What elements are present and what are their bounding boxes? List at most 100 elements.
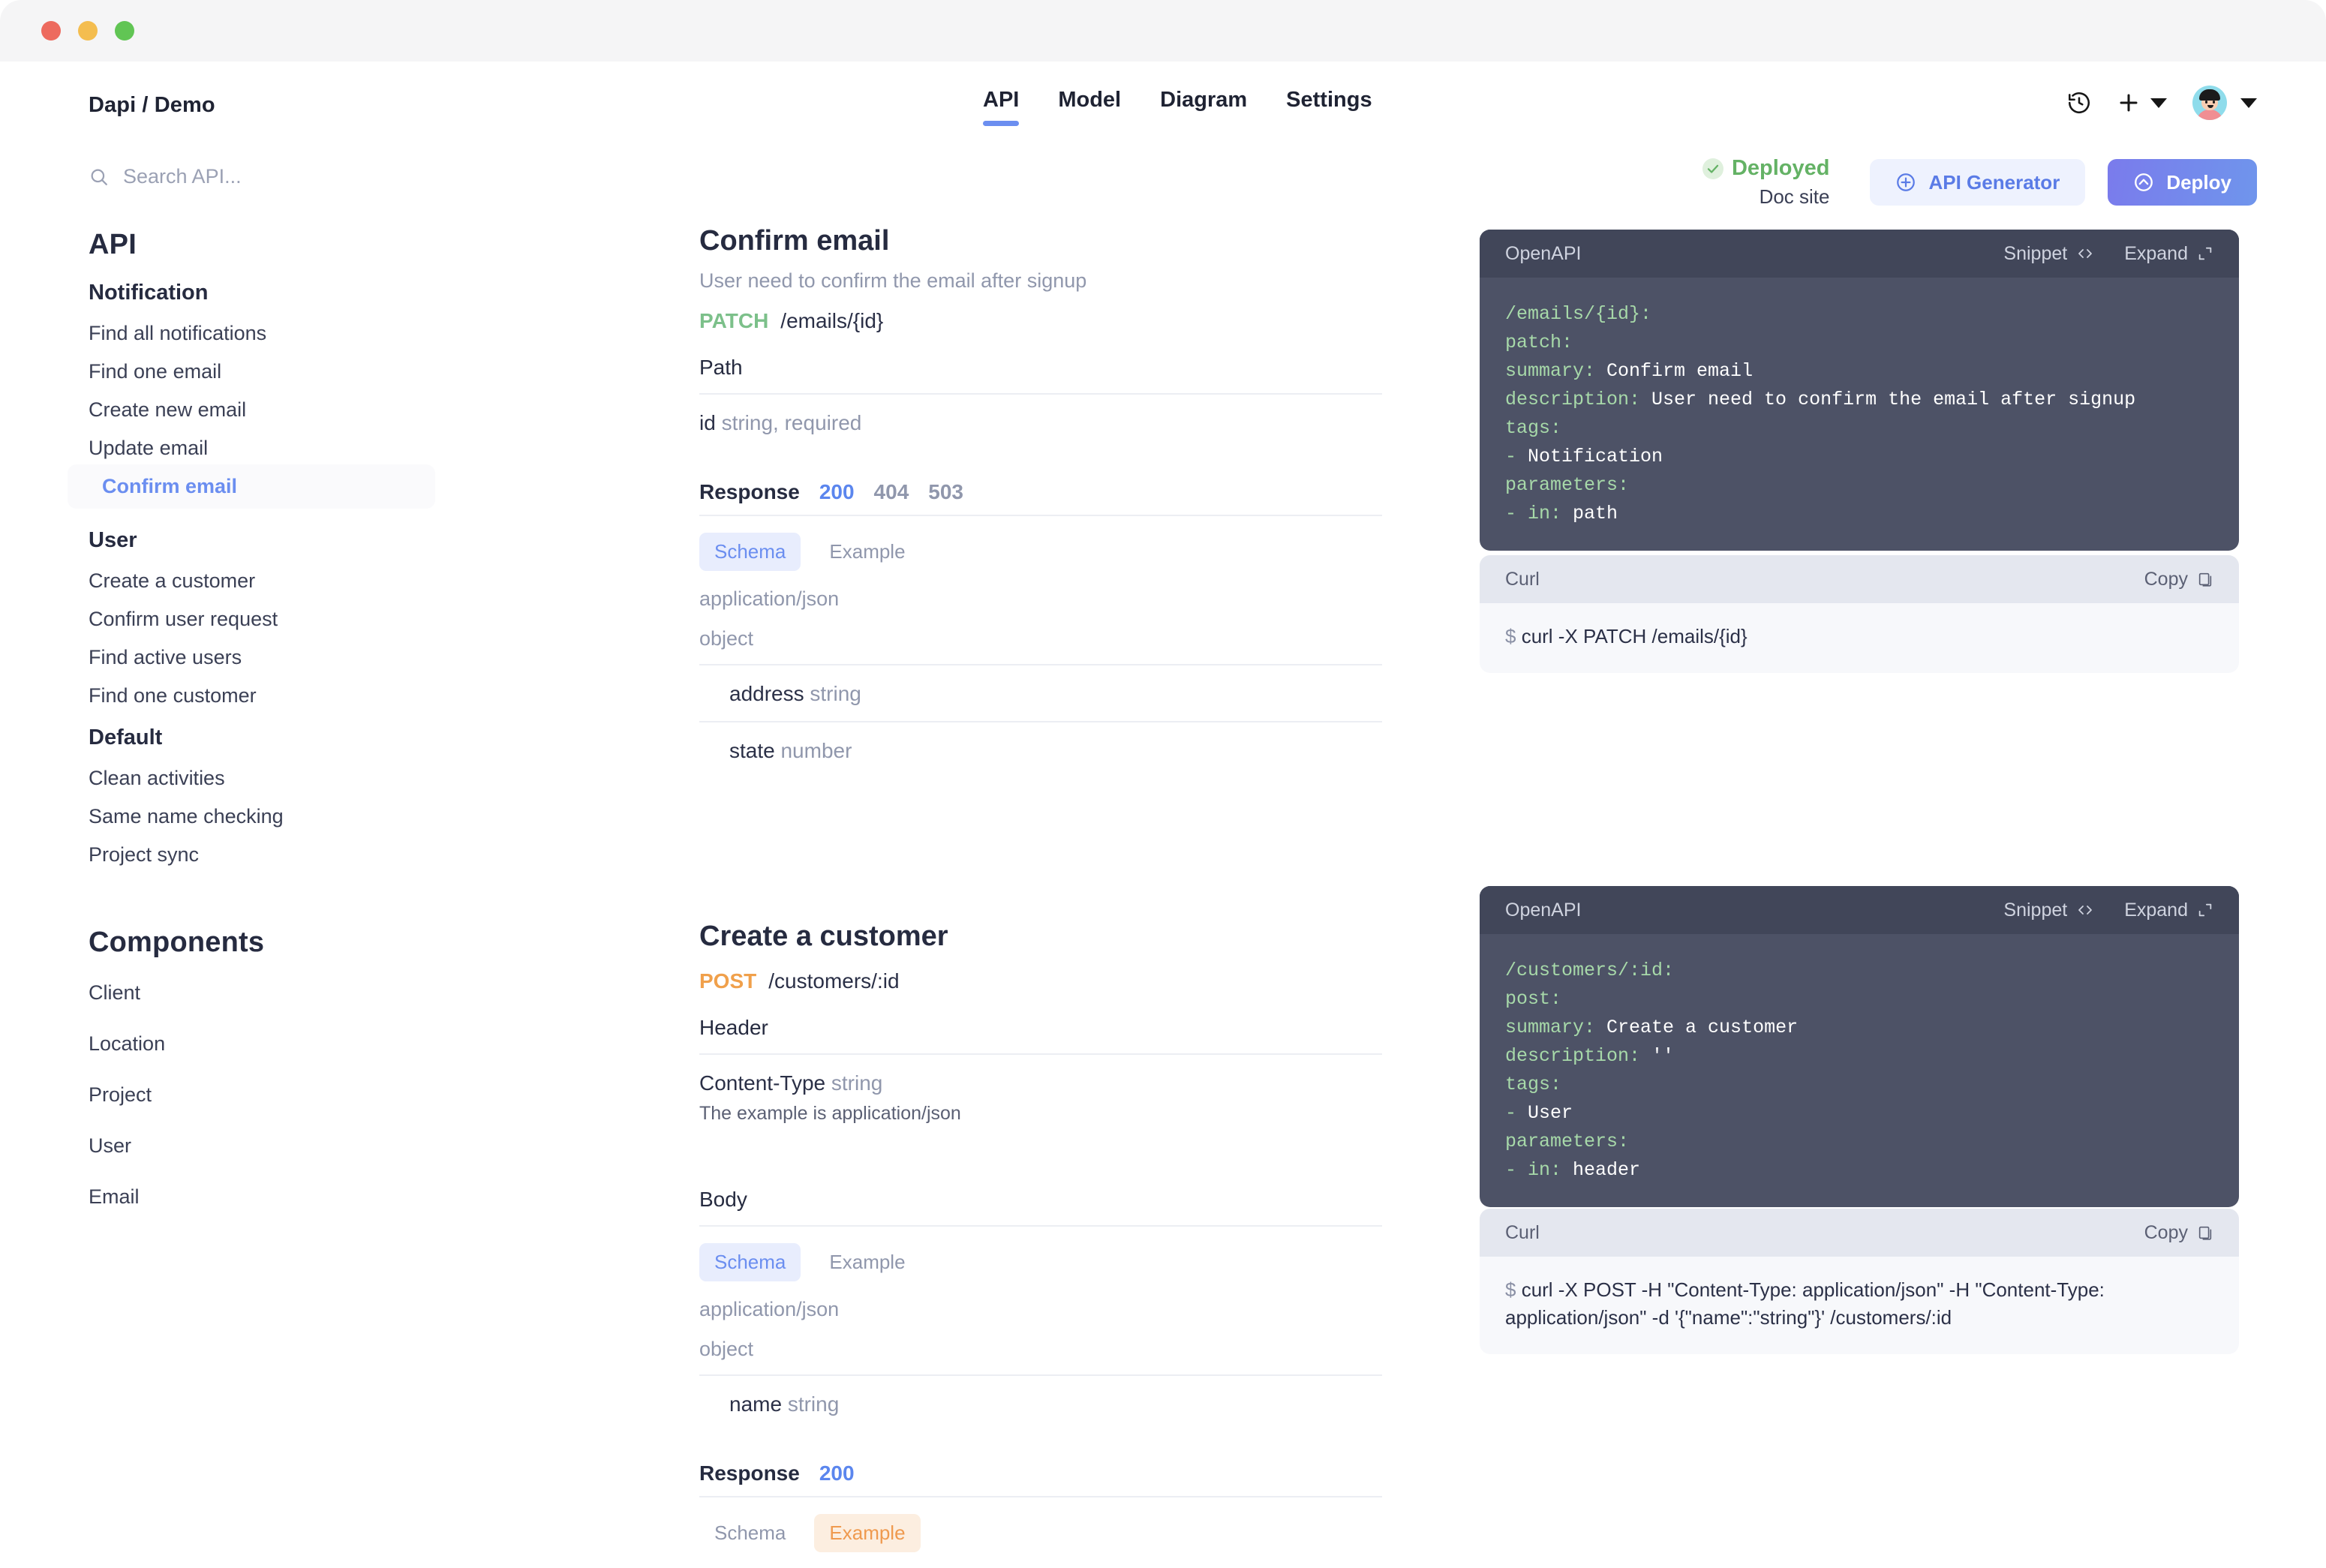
sidebar-item-same-name-checking[interactable]: Same name checking: [89, 807, 660, 827]
tab-schema[interactable]: Schema: [699, 1243, 801, 1281]
sidebar-item-create-new-email[interactable]: Create new email: [89, 400, 660, 420]
deploy-label: Deploy: [2166, 170, 2231, 194]
sidebar-group-default[interactable]: Default: [89, 725, 660, 750]
response-schema-example-tabs: Schema Example: [699, 1514, 1382, 1552]
section-label-body: Body: [699, 1188, 1382, 1227]
sidebar-item-update-email[interactable]: Update email: [89, 438, 660, 458]
copy-button[interactable]: Copy: [2144, 1222, 2213, 1244]
field-name: name: [729, 1392, 783, 1416]
search-input[interactable]: Search API...: [89, 165, 660, 188]
code-key: - in:: [1505, 503, 1562, 524]
tab-schema[interactable]: Schema: [699, 1514, 801, 1552]
api-generator-label: API Generator: [1928, 170, 2060, 194]
sidebar-item-confirm-email[interactable]: Confirm email: [68, 464, 435, 509]
curl-panel-1: Curl Copy $ curl -X PATCH /emails/{id}: [1480, 555, 2239, 673]
tab-example[interactable]: Example: [814, 1514, 921, 1552]
endpoint-route: PATCH /emails/{id}: [699, 309, 1382, 333]
copy-label: Copy: [2144, 568, 2188, 590]
copy-icon: [2198, 572, 2212, 587]
code-icon: [2078, 249, 2093, 258]
mime-type: application/json: [699, 1298, 840, 1320]
sidebar-component-client[interactable]: Client: [89, 981, 660, 1005]
history-icon[interactable]: [2066, 90, 2092, 116]
api-generator-button[interactable]: API Generator: [1870, 159, 2086, 206]
response-code-404[interactable]: 404: [874, 480, 909, 504]
copy-icon: [2198, 1226, 2212, 1240]
breadcrumb[interactable]: Dapi / Demo: [89, 93, 215, 118]
curl-command: $ curl -X POST -H "Content-Type: applica…: [1480, 1257, 2239, 1354]
panel-header: OpenAPI Snippet Expand: [1480, 886, 2239, 934]
copy-button[interactable]: Copy: [2144, 569, 2213, 590]
tab-example[interactable]: Example: [814, 1243, 920, 1281]
code-key: tags:: [1505, 1074, 1562, 1095]
code-val: Confirm email: [1595, 360, 1754, 382]
expand-label: Expand: [2124, 242, 2188, 264]
sidebar-component-email[interactable]: Email: [89, 1185, 660, 1209]
snippet-button[interactable]: Snippet: [2003, 243, 2094, 265]
tab-settings[interactable]: Settings: [1286, 88, 1372, 126]
window-minimize-button[interactable]: [78, 21, 98, 41]
tab-diagram[interactable]: Diagram: [1160, 88, 1247, 126]
expand-button[interactable]: Expand: [2124, 243, 2213, 265]
sidebar-item-find-one-customer[interactable]: Find one customer: [89, 686, 660, 706]
sidebar: Search API... API Notification Find all …: [0, 165, 660, 1209]
response-code-200[interactable]: 200: [819, 1461, 855, 1485]
sidebar-heading-api: API: [89, 229, 137, 260]
code-key: post:: [1505, 988, 1562, 1010]
sidebar-item-project-sync[interactable]: Project sync: [89, 845, 660, 865]
param-name: Content-Type: [699, 1071, 826, 1095]
object-type: object: [699, 627, 1382, 665]
sidebar-component-location[interactable]: Location: [89, 1032, 660, 1056]
code-key: -: [1505, 1102, 1528, 1124]
tab-api[interactable]: API: [983, 88, 1020, 126]
code-key: description:: [1505, 389, 1641, 410]
response-code-200[interactable]: 200: [819, 480, 855, 504]
section-label-header: Header: [699, 1016, 1382, 1055]
sidebar-component-user[interactable]: User: [89, 1134, 660, 1158]
deploy-button[interactable]: Deploy: [2108, 159, 2257, 206]
endpoint-path: /emails/{id}: [780, 309, 884, 332]
tab-example[interactable]: Example: [814, 533, 920, 571]
sidebar-group-notification[interactable]: Notification: [89, 281, 660, 305]
window-zoom-button[interactable]: [115, 21, 134, 41]
expand-button[interactable]: Expand: [2124, 900, 2213, 921]
code-val: header: [1561, 1159, 1641, 1181]
sidebar-group-user[interactable]: User: [89, 528, 660, 553]
sidebar-component-project[interactable]: Project: [89, 1083, 660, 1107]
code-key: -: [1505, 446, 1528, 467]
panel-title: Curl: [1505, 568, 1540, 590]
http-method: POST: [699, 969, 757, 993]
plus-icon[interactable]: [2117, 92, 2140, 114]
code-val: User: [1528, 1102, 1573, 1124]
tab-model[interactable]: Model: [1058, 88, 1121, 126]
response-row: Response 200: [699, 1461, 1382, 1497]
response-code-503[interactable]: 503: [928, 480, 963, 504]
doc-site-label[interactable]: Doc site: [1702, 185, 1830, 209]
page-title: Confirm email: [699, 225, 890, 257]
chevron-down-icon-account[interactable]: [2240, 98, 2257, 108]
sidebar-item-confirm-user-request[interactable]: Confirm user request: [89, 609, 660, 629]
expand-icon: [2198, 247, 2212, 260]
window-close-button[interactable]: [41, 21, 61, 41]
deploy-status: Deployed Doc site: [1702, 156, 1830, 209]
response-label: Response: [699, 480, 800, 503]
deploy-bar: Deployed Doc site API Generator Deploy: [1702, 156, 2257, 209]
prompt-symbol: $: [1505, 1278, 1522, 1301]
curl-panel-2: Curl Copy $ curl -X POST -H "Content-Typ…: [1480, 1209, 2239, 1354]
sidebar-item-find-one-email[interactable]: Find one email: [89, 362, 660, 382]
schema-field-state: state number: [699, 722, 1382, 778]
sidebar-item-clean-activities[interactable]: Clean activities: [89, 768, 660, 789]
code-key: /customers/:id:: [1505, 960, 1675, 981]
top-right-controls: [2066, 86, 2257, 120]
param-row: id string, required: [699, 395, 1382, 450]
snippet-button[interactable]: Snippet: [2003, 900, 2094, 921]
param-type: string, required: [721, 411, 862, 434]
main-tabs: API Model Diagram Settings: [983, 88, 1372, 126]
chevron-down-icon-add[interactable]: [2150, 98, 2167, 108]
sidebar-item-find-all-notifications[interactable]: Find all notifications: [89, 323, 660, 344]
sidebar-item-create-a-customer[interactable]: Create a customer: [89, 571, 660, 591]
sidebar-item-find-active-users[interactable]: Find active users: [89, 647, 660, 668]
avatar[interactable]: [2192, 86, 2227, 120]
code-key: - in:: [1505, 1159, 1562, 1181]
tab-schema[interactable]: Schema: [699, 533, 801, 571]
